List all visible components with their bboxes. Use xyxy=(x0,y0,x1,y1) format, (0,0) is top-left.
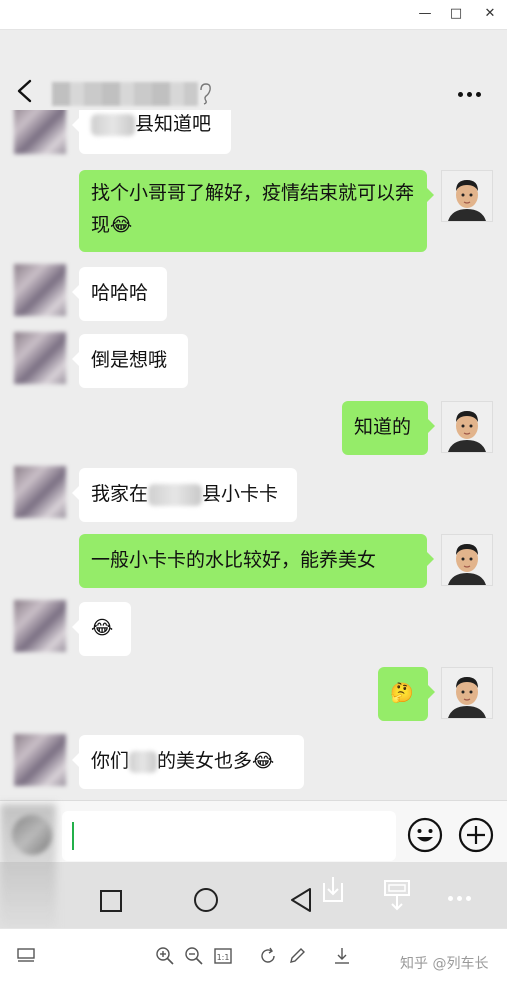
message-text: 县小卡卡 xyxy=(202,483,279,505)
message-input[interactable] xyxy=(62,811,396,861)
actual-size-icon[interactable]: 1:1 xyxy=(213,946,233,966)
text-caret xyxy=(72,822,74,850)
message-text: 县知道吧 xyxy=(135,113,212,135)
close-icon[interactable]: ✕ xyxy=(480,5,500,23)
zoom-in-icon[interactable] xyxy=(155,946,175,966)
contact-avatar[interactable] xyxy=(14,332,66,384)
more-dots-icon[interactable] xyxy=(448,886,476,901)
blurred-overlay xyxy=(0,804,56,928)
face-icon xyxy=(442,402,492,452)
message-text: 的美女也多 xyxy=(157,750,253,772)
chat-header xyxy=(0,30,507,120)
my-avatar[interactable] xyxy=(441,170,493,222)
redacted-text xyxy=(148,483,203,506)
message-bubble-left[interactable]: 哈哈哈 xyxy=(72,267,167,321)
contact-name-blurred xyxy=(52,82,198,106)
thinking-emoji: 🤔 xyxy=(390,682,414,704)
android-nav-bar xyxy=(0,862,507,928)
message-bubble-right[interactable]: 知道的 xyxy=(342,401,435,455)
contact-avatar[interactable] xyxy=(14,110,66,154)
laugh-cry-emoji: 😂 xyxy=(252,750,275,772)
face-icon xyxy=(442,668,492,718)
contact-avatar[interactable] xyxy=(14,734,66,786)
circle-icon[interactable] xyxy=(193,887,219,913)
message-text: 倒是想哦 xyxy=(91,349,168,371)
rotate-icon[interactable] xyxy=(258,946,278,966)
message-text: 我家在 xyxy=(91,483,149,505)
smiley-icon[interactable] xyxy=(405,815,445,855)
message-text: 找个小哥哥了解好，疫情结束就可以奔现 xyxy=(91,182,415,236)
maximize-icon[interactable]: □ xyxy=(446,5,466,23)
message-text: 知道的 xyxy=(354,416,412,438)
message-bubble-right[interactable]: 一般小卡卡的水比较好，能养美女 xyxy=(79,534,434,588)
screenshot-viewer: — □ ✕ 县知道吧 找个小哥哥了解好，疫情结束就可以奔现😂 哈哈哈 倒是想哦 … xyxy=(0,0,507,988)
svg-text:1:1: 1:1 xyxy=(217,953,230,962)
message-bubble-left[interactable]: 你们 的美女也多😂 xyxy=(72,735,304,789)
message-bubble-left[interactable]: 我家在 县小卡卡 xyxy=(72,468,297,522)
triangle-back-icon[interactable] xyxy=(289,887,313,913)
more-dots-icon[interactable] xyxy=(458,82,486,97)
laugh-cry-emoji: 😂 xyxy=(91,617,114,639)
redacted-text xyxy=(91,113,135,136)
my-avatar[interactable] xyxy=(441,534,493,586)
laugh-cry-emoji: 😂 xyxy=(110,214,133,236)
ear-icon xyxy=(200,83,211,105)
thumbnail-icon[interactable] xyxy=(16,946,36,966)
download-icon[interactable] xyxy=(332,946,352,966)
zoom-out-icon[interactable] xyxy=(184,946,204,966)
plus-circle-icon[interactable] xyxy=(456,815,496,855)
window-title-bar: — □ ✕ xyxy=(0,0,507,30)
message-bubble-left[interactable]: 😂 xyxy=(72,602,131,656)
contact-avatar[interactable] xyxy=(14,264,66,316)
message-text: 哈哈哈 xyxy=(91,282,149,304)
message-bubble-left[interactable]: 县知道吧 xyxy=(72,110,231,154)
my-avatar[interactable] xyxy=(441,401,493,453)
minimize-icon[interactable]: — xyxy=(415,5,435,23)
edit-pencil-icon[interactable] xyxy=(287,946,307,966)
message-text: 你们 xyxy=(91,750,130,772)
message-text: 一般小卡卡的水比较好，能养美女 xyxy=(91,549,377,571)
square-icon[interactable] xyxy=(99,889,123,913)
chevron-left-icon[interactable] xyxy=(14,78,36,104)
contact-avatar[interactable] xyxy=(14,600,66,652)
share-download-icon[interactable] xyxy=(318,873,348,905)
face-icon xyxy=(442,535,492,585)
message-bubble-left[interactable]: 倒是想哦 xyxy=(72,334,188,388)
my-avatar[interactable] xyxy=(441,667,493,719)
zhihu-watermark: 知乎 @列车长 xyxy=(400,956,489,972)
message-bubble-right[interactable]: 🤔 xyxy=(378,667,435,721)
stack-download-icon[interactable] xyxy=(381,879,413,913)
message-list[interactable]: 县知道吧 找个小哥哥了解好，疫情结束就可以奔现😂 哈哈哈 倒是想哦 知道的 我家… xyxy=(0,110,507,800)
message-bubble-right[interactable]: 找个小哥哥了解好，疫情结束就可以奔现😂 xyxy=(79,170,434,252)
face-icon xyxy=(442,171,492,221)
redacted-text xyxy=(129,750,158,773)
contact-avatar[interactable] xyxy=(14,466,66,518)
